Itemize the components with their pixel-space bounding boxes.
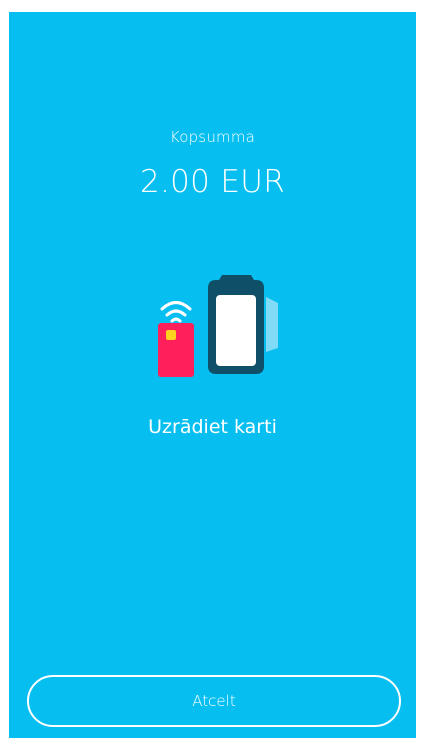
payment-screen: Kopsumma 2.00 EUR Uzrādiet karti Atcelt xyxy=(9,12,416,738)
terminal-screen xyxy=(216,295,256,366)
cancel-button[interactable]: Atcelt xyxy=(27,675,401,727)
payment-amount: 2.00 EUR xyxy=(139,164,286,200)
present-card-instruction: Uzrādiet karti xyxy=(148,416,277,438)
payment-card xyxy=(158,323,194,377)
contactless-card-terminal-icon xyxy=(158,272,278,382)
terminal-top xyxy=(219,275,254,280)
card-chip xyxy=(166,330,176,340)
terminal-side xyxy=(266,297,278,352)
total-label: Kopsumma xyxy=(169,128,256,146)
